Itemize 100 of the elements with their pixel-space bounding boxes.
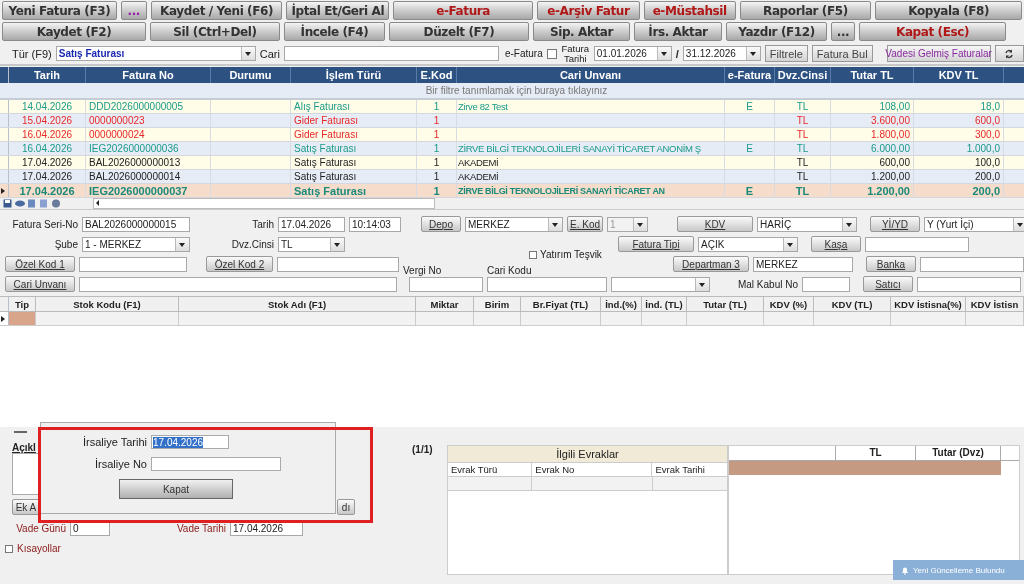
text-field[interactable]: [151, 457, 281, 471]
text-field[interactable]: [920, 256, 1024, 272]
text-field[interactable]: [917, 276, 1021, 292]
table-row[interactable]: 14.04.2026 DDD2026000000005 Alış Faturası 1 Zirve 82 Test E TL 108,00 18,0: [0, 100, 1024, 114]
dropdown[interactable]: HARİÇ: [757, 216, 857, 232]
column-header[interactable]: Evrak Türü: [448, 463, 533, 476]
text-field[interactable]: [79, 276, 397, 292]
table-cell[interactable]: [687, 312, 764, 325]
table-cell[interactable]: [891, 312, 966, 325]
toolbar-button[interactable]: Sil (Ctrl+Del): [150, 22, 280, 41]
splitter-handle[interactable]: [14, 431, 27, 433]
text-field[interactable]: [409, 276, 483, 292]
toolbar-button[interactable]: Yazdır (F12): [726, 22, 827, 41]
dropdown[interactable]: AÇIK: [698, 236, 798, 252]
form-button[interactable]: Satıcı: [863, 276, 913, 292]
date-field[interactable]: 17.04.2026: [151, 435, 229, 449]
toolbar-button[interactable]: Yeni Fatura (F3): [2, 1, 117, 20]
column-header[interactable]: İnd. (TL): [642, 297, 687, 311]
cari-field[interactable]: [283, 46, 499, 61]
toolbar-button[interactable]: Sip. Aktar: [533, 22, 630, 41]
form-button[interactable]: E. Kod: [567, 216, 603, 232]
text-field[interactable]: [802, 276, 850, 292]
form-button[interactable]: Departman 3: [673, 256, 749, 272]
table-row[interactable]: 15.04.2026 0000000023 Gider Faturası 1 TL 3.600,00 600,0: [0, 114, 1024, 128]
toolbar-button[interactable]: ...: [831, 22, 855, 41]
table-cell[interactable]: [764, 312, 814, 325]
toolbar-button[interactable]: ...: [120, 1, 147, 20]
dropdown[interactable]: 1 - MERKEZ: [82, 236, 190, 252]
table-cell[interactable]: [179, 312, 416, 325]
time-field[interactable]: 10:14:03: [349, 216, 401, 232]
toolbar-button[interactable]: Düzelt (F7): [389, 22, 529, 41]
attachment-button[interactable]: Ek A: [12, 499, 40, 515]
table-row[interactable]: 17.04.2026 BAL2026000000013 Satış Faturası 1 AKADEMİ TL 600,00 100,0: [0, 156, 1024, 170]
table-cell[interactable]: [814, 312, 891, 325]
date-field[interactable]: 17.04.2026: [278, 216, 345, 232]
close-button[interactable]: Kapat: [119, 479, 233, 499]
toolbar-button[interactable]: İncele (F4): [284, 22, 385, 41]
column-header[interactable]: Br.Fiyat (TL): [521, 297, 601, 311]
column-header[interactable]: Tutar (TL): [687, 297, 764, 311]
form-button[interactable]: Özel Kod 2: [206, 256, 273, 272]
column-header[interactable]: Evrak No: [532, 463, 653, 476]
form-button[interactable]: Banka: [866, 256, 916, 272]
form-button[interactable]: Cari Unvanı: [5, 276, 75, 292]
scrollbar[interactable]: [93, 198, 435, 209]
column-header[interactable]: Miktar: [416, 297, 474, 311]
table-cell[interactable]: [416, 312, 474, 325]
toolbar-button[interactable]: Kaydet (F2): [2, 22, 146, 41]
checkbox[interactable]: [529, 250, 537, 259]
table-cell[interactable]: [642, 312, 687, 325]
toolbar-button[interactable]: e-Fatura: [393, 1, 533, 20]
column-header[interactable]: Tip: [9, 297, 36, 311]
table-row[interactable]: 17.04.2026 BAL2026000000014 Satış Faturası 1 AKADEMİ TL 1.200,00 200,0: [0, 170, 1024, 184]
toolbar-button[interactable]: Kopyala (F8): [875, 1, 1022, 20]
text-field[interactable]: [487, 276, 607, 292]
type-dropdown[interactable]: Satış Faturası: [55, 46, 256, 61]
toolbar-button[interactable]: Kapat (Esc): [859, 22, 1006, 41]
table-cell[interactable]: [36, 312, 179, 325]
grid-tool-icons[interactable]: [3, 199, 63, 208]
column-header[interactable]: KDV (%): [764, 297, 814, 311]
dropdown[interactable]: [611, 276, 710, 292]
dropdown[interactable]: TL: [278, 236, 345, 252]
table-cell[interactable]: [474, 312, 521, 325]
due-invoices-button[interactable]: Vadesi Gelmiş Faturalar: [886, 45, 991, 62]
table-row[interactable]: 16.04.2026 0000000024 Gider Faturası 1 TL 1.800,00 300,0: [0, 128, 1024, 142]
form-button[interactable]: KDV: [677, 216, 753, 232]
column-header[interactable]: KDV İstisn: [966, 297, 1024, 311]
toolbar-button[interactable]: Kaydet / Yeni (F6): [150, 1, 283, 20]
table-cell[interactable]: [9, 312, 36, 325]
filter-button[interactable]: Filtrele: [764, 45, 808, 62]
date-from-field[interactable]: 01.01.2026: [593, 46, 672, 61]
column-header[interactable]: KDV İstisna(%): [891, 297, 966, 311]
column-header[interactable]: Evrak Tarihi: [652, 463, 727, 476]
checkbox[interactable]: [5, 544, 13, 553]
column-header[interactable]: KDV (TL): [814, 297, 891, 311]
column-header[interactable]: Birim: [474, 297, 521, 311]
form-button[interactable]: Depo: [421, 216, 461, 232]
form-button[interactable]: dı: [337, 499, 355, 515]
table-row[interactable]: [448, 477, 727, 491]
text-field[interactable]: MERKEZ: [753, 256, 853, 272]
toolbar-button[interactable]: Raporlar (F5): [739, 1, 872, 20]
text-field[interactable]: [277, 256, 399, 272]
checkbox[interactable]: [546, 48, 557, 59]
table-cell[interactable]: [521, 312, 601, 325]
toolbar-button[interactable]: İrs. Aktar: [634, 22, 722, 41]
date-to-field[interactable]: 31.12.2026: [682, 46, 761, 61]
text-field[interactable]: [79, 256, 187, 272]
column-header[interactable]: Stok Kodu (F1): [36, 297, 179, 311]
refresh-button[interactable]: [994, 45, 1024, 62]
dropdown[interactable]: Y (Yurt İçi): [924, 216, 1024, 232]
find-invoice-button[interactable]: Fatura Bul: [811, 45, 873, 62]
toolbar-button[interactable]: e-Arşiv Fatur: [536, 1, 640, 20]
table-cell[interactable]: [966, 312, 1024, 325]
form-button[interactable]: Özel Kod 1: [5, 256, 75, 272]
text-field[interactable]: BAL2026000000015: [82, 216, 190, 232]
form-button[interactable]: Yİ/YD: [870, 216, 920, 232]
form-button[interactable]: Fatura Tipi: [618, 236, 694, 252]
dropdown[interactable]: MERKEZ: [465, 216, 563, 232]
form-button[interactable]: Kaşa: [811, 236, 861, 252]
table-cell[interactable]: [601, 312, 642, 325]
column-header[interactable]: Stok Adı (F1): [179, 297, 416, 311]
